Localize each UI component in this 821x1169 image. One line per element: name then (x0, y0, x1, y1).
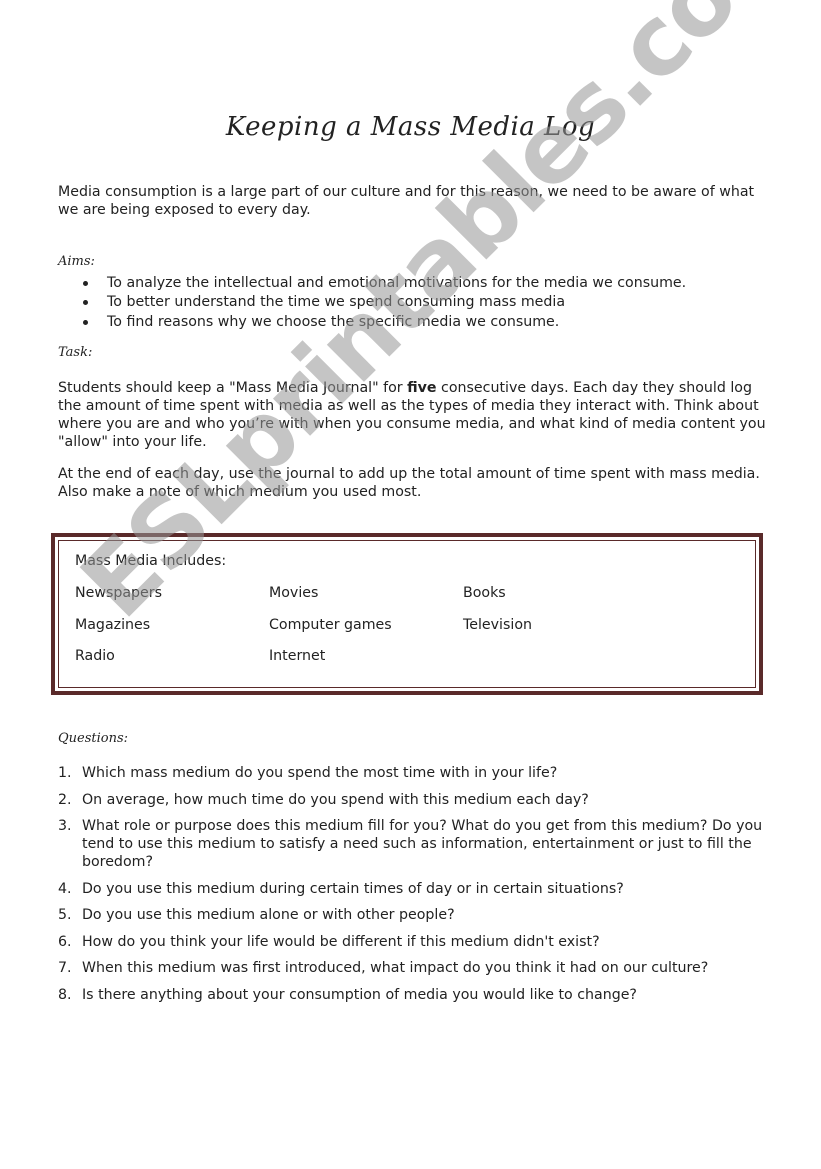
aims-heading: Aims: (58, 254, 95, 269)
question-text: How do you think your life would be diff… (82, 933, 600, 950)
mass-media-box-title: Mass Media Includes: (75, 553, 227, 569)
question-text: Do you use this medium alone or with oth… (82, 907, 455, 923)
question-text: On average, how much time do you spend w… (82, 791, 589, 808)
mass-media-box-inner: Mass Media Includes: Newspapers Movies B… (58, 540, 756, 688)
aims-list: To analyze the intellectual and emotiona… (80, 274, 686, 332)
question-item: 3. What role or purpose does this medium … (58, 817, 770, 871)
media-item: Computer games (269, 617, 392, 633)
question-item: 2. On average, how much time do you spend… (58, 791, 770, 809)
question-number: 1. (58, 765, 72, 781)
question-number: 3. (58, 818, 72, 834)
intro-paragraph: Media consumption is a large part of our… (58, 184, 755, 218)
media-item: Radio (75, 648, 115, 664)
question-number: 8. (58, 986, 72, 1003)
question-item: 1. Which mass medium do you spend the mos… (58, 764, 770, 782)
task-paragraph-2: At the end of each day, use the journal … (58, 466, 760, 500)
question-item: 6. How do you think your life would be di… (58, 933, 770, 951)
aim-item: To find reasons why we choose the specif… (80, 313, 686, 332)
question-item: 7. When this medium was first introduced,… (58, 959, 770, 977)
question-item: 5. Do you use this medium alone or with o… (58, 906, 770, 924)
question-item: 8. Is there anything about your consumpti… (58, 986, 770, 1004)
media-item: Internet (269, 648, 326, 664)
task-heading: Task: (58, 345, 93, 360)
task-text-before: Students should keep a "Mass Media Journ… (58, 380, 408, 396)
aim-item: To analyze the intellectual and emotiona… (80, 274, 686, 293)
worksheet-page: Keeping a Mass Media Log Media consumpti… (0, 0, 821, 1169)
task-text-bold: five (407, 380, 437, 396)
question-text: Do you use this medium during certain ti… (82, 880, 624, 897)
media-item: Movies (269, 585, 319, 601)
questions-list: 1. Which mass medium do you spend the mos… (58, 764, 770, 1012)
aim-item: To better understand the time we spend c… (80, 293, 686, 312)
question-number: 6. (58, 933, 72, 950)
questions-heading: Questions: (58, 731, 129, 746)
mass-media-box: Mass Media Includes: Newspapers Movies B… (51, 533, 763, 695)
question-text: Is there anything about your consumption… (82, 986, 637, 1003)
question-number: 7. (58, 960, 72, 976)
question-number: 5. (58, 907, 72, 923)
question-text: Which mass medium do you spend the most … (82, 765, 558, 781)
question-text: When this medium was first introduced, w… (82, 960, 709, 976)
question-number: 2. (58, 791, 72, 808)
media-item: Television (463, 617, 532, 633)
media-item: Magazines (75, 617, 151, 633)
question-number: 4. (58, 880, 72, 897)
task-paragraph-1: Students should keep a "Mass Media Journ… (58, 379, 770, 451)
media-item: Newspapers (75, 585, 162, 601)
media-item: Books (463, 585, 506, 601)
question-text: What role or purpose does this medium fi… (82, 818, 763, 870)
question-item: 4. Do you use this medium during certain … (58, 880, 770, 898)
page-title: Keeping a Mass Media Log (225, 112, 596, 142)
